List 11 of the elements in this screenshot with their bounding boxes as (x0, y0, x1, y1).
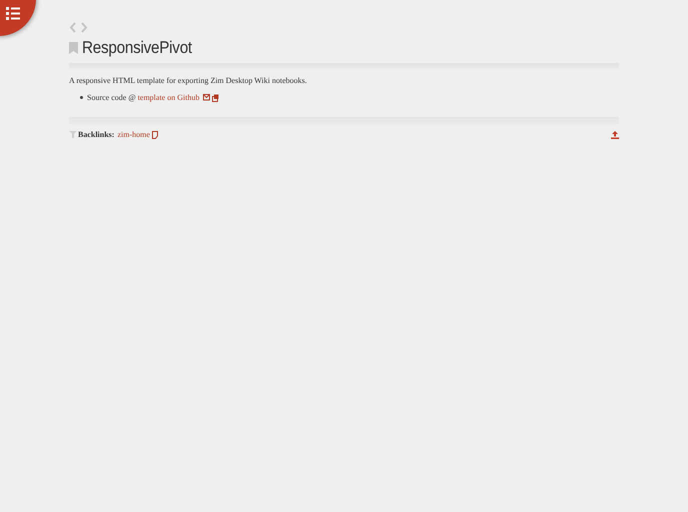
backlinks-label: Backlinks: (78, 130, 114, 139)
description-text: A responsive HTML template for exporting Zim Desktop Wiki notebooks. (69, 75, 308, 86)
list-icon (6, 7, 20, 20)
page-title: ResponsivePivot (82, 38, 192, 58)
external-link-icon (203, 94, 220, 102)
list-item-text: Source code @ template on Github (87, 92, 200, 103)
github-link[interactable]: template on Github (138, 93, 200, 102)
bookmark-icon (69, 42, 78, 54)
backlink-link[interactable]: zim-home (117, 130, 150, 139)
upload-icon[interactable] (611, 130, 619, 138)
page-icon (152, 130, 158, 138)
